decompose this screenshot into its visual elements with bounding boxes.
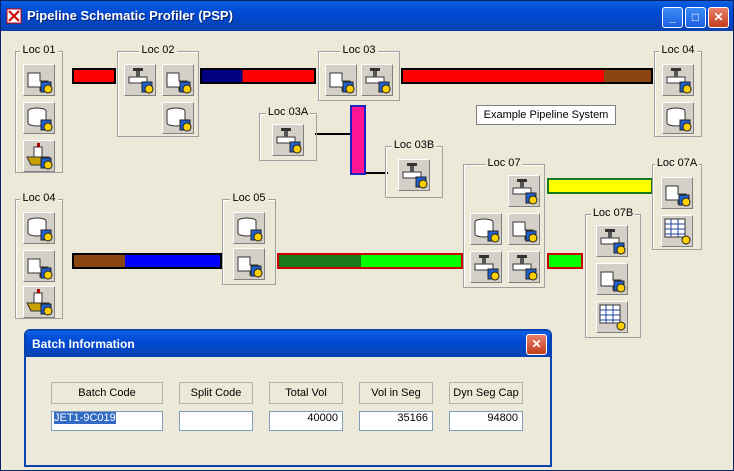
valve-icon[interactable]	[470, 251, 502, 283]
pipe-elbow-icon[interactable]	[233, 248, 265, 280]
valve-icon[interactable]	[508, 251, 540, 283]
pipe-elbow-icon[interactable]	[325, 64, 357, 96]
location-label: Loc 01	[20, 44, 58, 56]
pipe-segment[interactable]	[547, 178, 653, 194]
pipe-elbow-icon[interactable]	[661, 177, 693, 209]
batch-information-dialog: Batch Information ✕ Batch Code Split Cod…	[24, 329, 552, 467]
vol-in-seg-field[interactable]: 35166	[359, 411, 433, 431]
location-label: Loc 04	[659, 44, 697, 56]
maximize-button[interactable]: □	[685, 7, 706, 28]
table-icon[interactable]	[661, 215, 693, 247]
tank-icon[interactable]	[233, 212, 265, 244]
valve-icon[interactable]	[508, 175, 540, 207]
location-label: Loc 03A	[265, 106, 311, 118]
pipe-elbow-icon[interactable]	[596, 263, 628, 295]
location-loc04-top[interactable]: Loc 04	[654, 44, 702, 137]
table-icon[interactable]	[596, 301, 628, 333]
pipe-segment[interactable]	[72, 68, 116, 84]
location-loc04-bottom[interactable]: Loc 04	[15, 192, 63, 319]
dyn-seg-cap-field[interactable]: 94800	[449, 411, 523, 431]
location-label: Loc 07	[485, 157, 523, 169]
total-vol-field[interactable]: 40000	[269, 411, 343, 431]
batch-code-value: JET1-9C019	[54, 412, 116, 424]
schematic-canvas: Example Pipeline System Loc 01 Loc 02 Lo…	[5, 31, 731, 468]
vertical-pipe-segment[interactable]	[350, 105, 366, 175]
ship-icon[interactable]	[23, 140, 55, 172]
location-loc01[interactable]: Loc 01	[15, 44, 63, 173]
location-loc07b[interactable]: Loc 07B	[585, 207, 641, 338]
location-loc03[interactable]: Loc 03	[318, 44, 400, 101]
location-label: Loc 07B	[590, 207, 636, 219]
tank-icon[interactable]	[162, 102, 194, 134]
header-split-code: Split Code	[179, 382, 253, 404]
valve-icon[interactable]	[124, 64, 156, 96]
valve-icon[interactable]	[596, 225, 628, 257]
dialog-close-button[interactable]: ✕	[526, 334, 547, 355]
location-label: Loc 05	[230, 192, 268, 204]
pipe-segment[interactable]	[200, 68, 316, 84]
close-button[interactable]: ✕	[708, 7, 729, 28]
pipe-segment[interactable]	[401, 68, 653, 84]
location-loc03a[interactable]: Loc 03A	[259, 106, 317, 161]
minimize-button[interactable]: _	[662, 7, 683, 28]
tank-icon[interactable]	[662, 102, 694, 134]
header-batch-code: Batch Code	[51, 382, 163, 404]
valve-icon[interactable]	[272, 124, 304, 156]
valve-icon[interactable]	[361, 64, 393, 96]
dialog-title: Batch Information	[32, 337, 135, 351]
tank-icon[interactable]	[23, 102, 55, 134]
connector-line	[315, 133, 350, 135]
pipe-elbow-icon[interactable]	[23, 250, 55, 282]
location-label: Loc 04	[20, 192, 58, 204]
valve-icon[interactable]	[398, 159, 430, 191]
header-dyn-seg-cap: Dyn Seg Cap	[449, 382, 523, 404]
title-bar[interactable]: Pipeline Schematic Profiler (PSP) _ □ ✕	[1, 1, 733, 31]
pipe-elbow-icon[interactable]	[23, 64, 55, 96]
location-label: Loc 02	[139, 44, 177, 56]
pipe-elbow-icon[interactable]	[162, 64, 194, 96]
location-label: Loc 07A	[654, 157, 700, 169]
pipe-segment[interactable]	[277, 253, 463, 269]
pipe-segment[interactable]	[547, 253, 583, 269]
split-code-field[interactable]	[179, 411, 253, 431]
location-loc07a[interactable]: Loc 07A	[652, 157, 702, 250]
app-icon	[6, 8, 22, 24]
window-title: Pipeline Schematic Profiler (PSP)	[27, 8, 233, 23]
valve-icon[interactable]	[662, 64, 694, 96]
tank-icon[interactable]	[470, 213, 502, 245]
header-vol-in-seg: Vol in Seg	[359, 382, 433, 404]
location-label: Loc 03	[340, 44, 378, 56]
pipe-segment[interactable]	[72, 253, 222, 269]
location-loc02[interactable]: Loc 02	[117, 44, 199, 137]
location-label: Loc 03B	[391, 139, 437, 151]
example-label: Example Pipeline System	[476, 105, 616, 125]
location-loc05[interactable]: Loc 05	[222, 192, 276, 285]
location-loc07[interactable]: Loc 07	[463, 157, 545, 288]
location-loc03b[interactable]: Loc 03B	[385, 139, 443, 198]
ship-icon[interactable]	[23, 286, 55, 318]
tank-icon[interactable]	[23, 212, 55, 244]
pipe-elbow-icon[interactable]	[508, 213, 540, 245]
batch-code-field[interactable]: JET1-9C019	[51, 411, 163, 431]
header-total-vol: Total Vol	[269, 382, 343, 404]
main-window: Pipeline Schematic Profiler (PSP) _ □ ✕ …	[0, 0, 734, 471]
dialog-title-bar[interactable]: Batch Information ✕	[26, 331, 550, 357]
